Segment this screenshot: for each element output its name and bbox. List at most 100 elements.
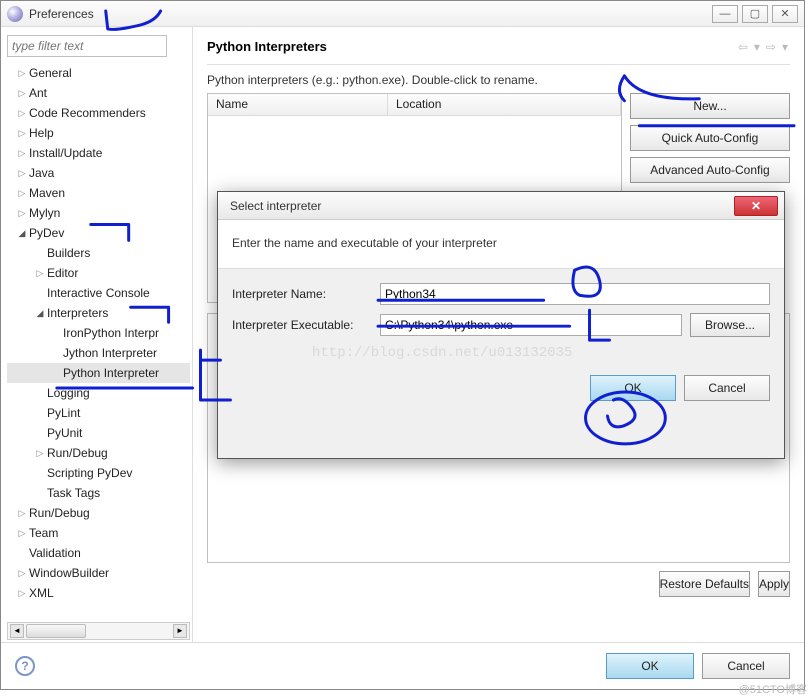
column-location[interactable]: Location bbox=[388, 94, 621, 115]
ok-button[interactable]: OK bbox=[606, 653, 694, 679]
quick-auto-config-button[interactable]: Quick Auto-Config bbox=[630, 125, 790, 151]
tri-collapsed-icon[interactable]: ▷ bbox=[35, 448, 45, 459]
nav-arrows: ⇦ ▾ ⇨ ▾ bbox=[736, 40, 790, 54]
tree-item-label: Jython Interpreter bbox=[63, 346, 157, 360]
scroll-right-arrow[interactable]: ► bbox=[173, 624, 187, 638]
tree-item-python-interpreter[interactable]: Python Interpreter bbox=[7, 363, 190, 383]
tree-item-pylint[interactable]: PyLint bbox=[7, 403, 190, 423]
copyright-text: @51CTO博客 bbox=[739, 681, 807, 697]
scroll-left-arrow[interactable]: ◄ bbox=[10, 624, 24, 638]
tri-collapsed-icon[interactable]: ▷ bbox=[17, 148, 27, 159]
tree-item-ironpython-interpr[interactable]: IronPython Interpr bbox=[7, 323, 190, 343]
tri-collapsed-icon[interactable]: ▷ bbox=[17, 88, 27, 99]
close-button[interactable]: ✕ bbox=[772, 5, 798, 23]
column-name[interactable]: Name bbox=[208, 94, 388, 115]
tri-collapsed-icon[interactable]: ▷ bbox=[17, 188, 27, 199]
tree-item-interactive-console[interactable]: Interactive Console bbox=[7, 283, 190, 303]
tree-item-ant[interactable]: ▷Ant bbox=[7, 83, 190, 103]
tree-item-install-update[interactable]: ▷Install/Update bbox=[7, 143, 190, 163]
tree-item-run-debug[interactable]: ▷Run/Debug bbox=[7, 443, 190, 463]
tri-collapsed-icon[interactable]: ▷ bbox=[17, 128, 27, 139]
restore-defaults-button[interactable]: Restore Defaults bbox=[659, 571, 750, 597]
tri-collapsed-icon[interactable]: ▷ bbox=[17, 508, 27, 519]
tri-collapsed-icon[interactable]: ▷ bbox=[17, 528, 27, 539]
tree-item-maven[interactable]: ▷Maven bbox=[7, 183, 190, 203]
nav-back-menu-icon[interactable]: ▾ bbox=[752, 40, 762, 54]
nav-menu-icon[interactable]: ▾ bbox=[780, 40, 790, 54]
tree-item-label: Maven bbox=[29, 186, 65, 200]
cancel-button[interactable]: Cancel bbox=[702, 653, 790, 679]
tree-item-mylyn[interactable]: ▷Mylyn bbox=[7, 203, 190, 223]
modal-cancel-button[interactable]: Cancel bbox=[684, 375, 770, 401]
tree-item-java[interactable]: ▷Java bbox=[7, 163, 190, 183]
modal-title: Select interpreter bbox=[230, 199, 734, 213]
tree-item-jython-interpreter[interactable]: Jython Interpreter bbox=[7, 343, 190, 363]
tree-item-label: Editor bbox=[47, 266, 78, 280]
tree-item-task-tags[interactable]: Task Tags bbox=[7, 483, 190, 503]
tree-item-label: Ant bbox=[29, 86, 47, 100]
tree-item-general[interactable]: ▷General bbox=[7, 63, 190, 83]
modal-body: Interpreter Name: Interpreter Executable… bbox=[218, 269, 784, 375]
tri-expanded-icon[interactable]: ◢ bbox=[17, 228, 27, 239]
interpreter-name-input[interactable] bbox=[380, 283, 770, 305]
tree-item-help[interactable]: ▷Help bbox=[7, 123, 190, 143]
tree-item-validation[interactable]: Validation bbox=[7, 543, 190, 563]
tree-item-pydev[interactable]: ◢PyDev bbox=[7, 223, 190, 243]
tree-item-label: XML bbox=[29, 586, 54, 600]
apply-button[interactable]: Apply bbox=[758, 571, 790, 597]
tree-item-builders[interactable]: Builders bbox=[7, 243, 190, 263]
tree-item-label: PyUnit bbox=[47, 426, 82, 440]
interpreter-executable-input[interactable] bbox=[380, 314, 682, 336]
tree-item-label: Code Recommenders bbox=[29, 106, 146, 120]
nav-forward-icon[interactable]: ⇨ bbox=[764, 40, 778, 54]
tree-item-label: Team bbox=[29, 526, 58, 540]
tri-collapsed-icon[interactable]: ▷ bbox=[17, 588, 27, 599]
maximize-button[interactable]: ▢ bbox=[742, 5, 768, 23]
tri-collapsed-icon[interactable]: ▷ bbox=[17, 68, 27, 79]
tree-item-scripting-pydev[interactable]: Scripting PyDev bbox=[7, 463, 190, 483]
tri-collapsed-icon[interactable]: ▷ bbox=[17, 568, 27, 579]
tree-item-label: PyDev bbox=[29, 226, 64, 240]
modal-ok-button[interactable]: OK bbox=[590, 375, 676, 401]
tree-item-label: Install/Update bbox=[29, 146, 102, 160]
help-icon[interactable]: ? bbox=[15, 656, 35, 676]
tree-item-label: General bbox=[29, 66, 72, 80]
tree-item-label: Scripting PyDev bbox=[47, 466, 132, 480]
tree-item-editor[interactable]: ▷Editor bbox=[7, 263, 190, 283]
browse-button[interactable]: Browse... bbox=[690, 313, 770, 337]
minimize-button[interactable]: — bbox=[712, 5, 738, 23]
tree-item-windowbuilder[interactable]: ▷WindowBuilder bbox=[7, 563, 190, 583]
tree-item-label: Interactive Console bbox=[47, 286, 150, 300]
tri-collapsed-icon[interactable]: ▷ bbox=[17, 168, 27, 179]
tri-collapsed-icon[interactable]: ▷ bbox=[17, 208, 27, 219]
tree-item-pyunit[interactable]: PyUnit bbox=[7, 423, 190, 443]
nav-back-icon[interactable]: ⇦ bbox=[736, 40, 750, 54]
tri-collapsed-icon[interactable]: ▷ bbox=[17, 108, 27, 119]
page-title: Python Interpreters bbox=[207, 39, 736, 54]
advanced-auto-config-button[interactable]: Advanced Auto-Config bbox=[630, 157, 790, 183]
scroll-thumb[interactable] bbox=[26, 624, 86, 638]
modal-close-button[interactable]: ✕ bbox=[734, 196, 778, 216]
horizontal-scrollbar[interactable]: ◄ ► bbox=[7, 622, 190, 640]
tri-expanded-icon[interactable]: ◢ bbox=[35, 308, 45, 319]
tree-item-label: WindowBuilder bbox=[29, 566, 109, 580]
tree-item-label: Run/Debug bbox=[47, 446, 108, 460]
preference-tree[interactable]: ▷General▷Ant▷Code Recommenders▷Help▷Inst… bbox=[7, 63, 190, 618]
tree-item-label: Help bbox=[29, 126, 54, 140]
tree-item-team[interactable]: ▷Team bbox=[7, 523, 190, 543]
tree-item-interpreters[interactable]: ◢Interpreters bbox=[7, 303, 190, 323]
tree-item-logging[interactable]: Logging bbox=[7, 383, 190, 403]
sidebar: ▷General▷Ant▷Code Recommenders▷Help▷Inst… bbox=[1, 27, 193, 642]
eclipse-icon bbox=[7, 6, 23, 22]
tree-item-label: Builders bbox=[47, 246, 90, 260]
tri-collapsed-icon[interactable]: ▷ bbox=[35, 268, 45, 279]
filter-input[interactable] bbox=[7, 35, 167, 57]
tree-item-label: Java bbox=[29, 166, 54, 180]
tree-item-label: Task Tags bbox=[47, 486, 100, 500]
new-button[interactable]: New... bbox=[630, 93, 790, 119]
tree-item-run-debug[interactable]: ▷Run/Debug bbox=[7, 503, 190, 523]
preferences-window: Preferences — ▢ ✕ ▷General▷Ant▷Code Reco… bbox=[0, 0, 805, 690]
tree-item-label: Logging bbox=[47, 386, 90, 400]
tree-item-code-recommenders[interactable]: ▷Code Recommenders bbox=[7, 103, 190, 123]
tree-item-xml[interactable]: ▷XML bbox=[7, 583, 190, 603]
